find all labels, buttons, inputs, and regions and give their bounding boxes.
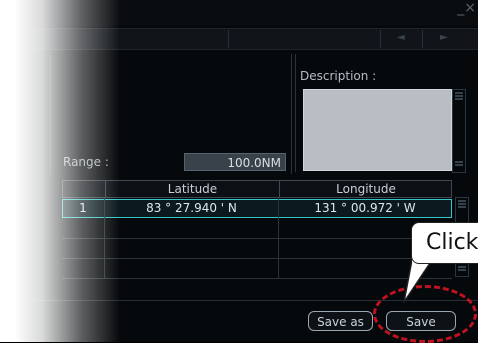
- row-index: 1: [79, 201, 87, 215]
- scroll-grip: [458, 200, 466, 202]
- column-divider: [104, 198, 105, 279]
- scroll-grip: [458, 266, 466, 268]
- callout-tail: [403, 259, 433, 303]
- description-frame: [295, 54, 296, 172]
- description-scrollbar[interactable]: [452, 89, 466, 173]
- scroll-grip: [455, 164, 463, 166]
- header-latitude: Latitude: [105, 181, 279, 197]
- column-divider: [278, 198, 279, 279]
- row-latitude: [104, 259, 277, 276]
- range-label: Range :: [63, 155, 109, 169]
- toolbar-divider: [380, 30, 381, 48]
- next-arrow-icon[interactable]: ►: [440, 32, 448, 43]
- table-row[interactable]: [62, 239, 452, 259]
- title-bar: _×: [0, 0, 478, 26]
- row-latitude: 83 ° 27.940 ' N: [146, 201, 237, 215]
- scroll-grip: [455, 98, 463, 100]
- header-index: [63, 181, 105, 197]
- table-row[interactable]: [62, 219, 452, 239]
- close-glyph: ×: [464, 0, 476, 16]
- toolbar: ◄ ►: [0, 28, 478, 50]
- toolbar-divider: [422, 30, 423, 48]
- scroll-grip: [458, 203, 466, 205]
- toolbar-divider: [228, 30, 229, 48]
- table-row[interactable]: [62, 259, 452, 279]
- row-latitude: [104, 239, 277, 256]
- header-longitude: Longitude: [279, 181, 452, 197]
- callout-text: Click: [426, 230, 478, 255]
- row-index: [62, 259, 102, 276]
- range-input[interactable]: 100.0NM: [184, 153, 286, 171]
- scroll-grip: [455, 161, 463, 163]
- scroll-grip: [455, 95, 463, 97]
- table-header: Latitude Longitude: [62, 180, 452, 198]
- row-index: [62, 219, 102, 236]
- row-latitude: [104, 219, 277, 236]
- table-row[interactable]: 1 83 ° 27.940 ' N 131 ° 00.972 ' W: [62, 199, 452, 218]
- callout-bubble: Click: [411, 222, 478, 264]
- close-icon[interactable]: _×: [457, 0, 476, 16]
- save-as-button[interactable]: Save as: [308, 311, 373, 331]
- previous-arrow-icon[interactable]: ◄: [397, 32, 405, 43]
- scroll-grip: [458, 269, 466, 271]
- description-textarea[interactable]: [303, 89, 452, 171]
- row-index: [62, 239, 102, 256]
- scroll-grip: [455, 92, 463, 94]
- row-longitude: 131 ° 00.972 ' W: [314, 201, 416, 215]
- scroll-grip: [458, 206, 466, 208]
- description-label: Description :: [300, 69, 377, 83]
